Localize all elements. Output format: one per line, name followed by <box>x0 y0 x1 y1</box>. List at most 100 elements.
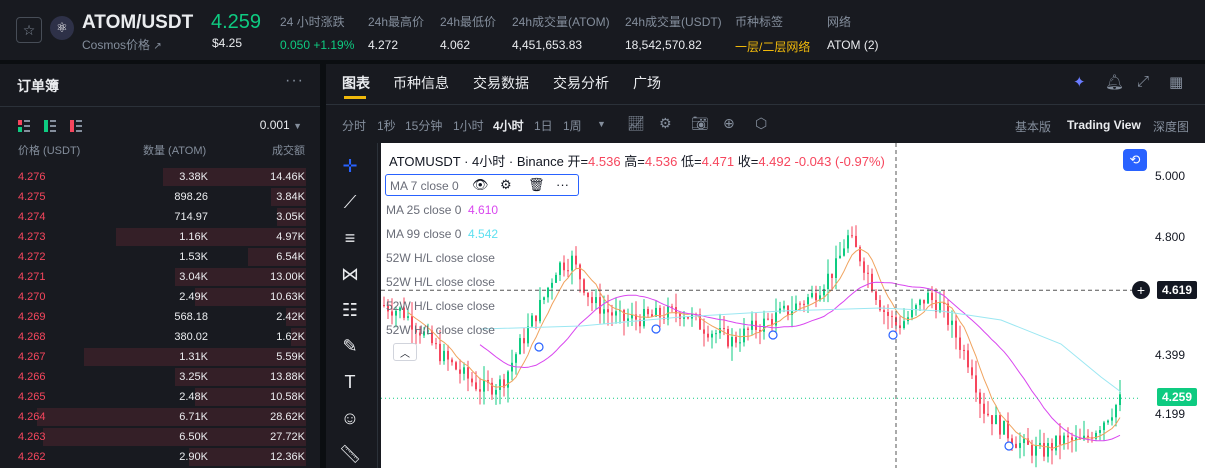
candle-body <box>547 287 549 298</box>
orderbook-row[interactable]: 4.264 6.71K 28.62K <box>0 407 320 427</box>
tab-coin-info[interactable]: 币种信息 <box>393 73 449 93</box>
tab-square[interactable]: 广场 <box>633 73 661 93</box>
orderbook-row[interactable]: 4.266 3.25K 13.88K <box>0 367 320 387</box>
indicator-ma25[interactable]: MA 25 close 0 4.610 <box>386 203 498 217</box>
view-tradingview[interactable]: Trading View <box>1067 118 1141 132</box>
ask-quantity: 3.25K <box>179 371 208 383</box>
candle-body <box>407 316 409 318</box>
candle-body <box>783 305 785 309</box>
settings-sliders-icon[interactable]: ⚙ <box>659 115 672 132</box>
ask-quantity: 6.71K <box>179 411 208 423</box>
orderbook-row[interactable]: 4.275 898.26 3.84K <box>0 187 320 207</box>
network-value[interactable]: ATOM (2) <box>827 38 879 52</box>
candle-body <box>559 262 561 275</box>
orderbook-row[interactable]: 4.270 2.49K 10.63K <box>0 287 320 307</box>
interval-1w[interactable]: 1周 <box>563 117 582 134</box>
eye-icon[interactable]: 👁︎ <box>472 177 489 193</box>
star-icon[interactable]: ☆ <box>16 17 42 43</box>
orderbook-mode-both-icon[interactable] <box>18 120 30 132</box>
settings-icon[interactable]: ⚙ <box>500 177 512 193</box>
interval-1d[interactable]: 1日 <box>534 117 553 134</box>
layout-grid-icon[interactable]: ▦ <box>1169 73 1183 91</box>
view-basic[interactable]: 基本版 <box>1015 118 1051 135</box>
orderbook-mode-bids-icon[interactable] <box>44 120 56 132</box>
ruler-icon[interactable]: 📏︎ <box>337 441 363 467</box>
stat-value: 4,451,653.83 <box>512 38 583 52</box>
camera-icon[interactable]: 📷︎ <box>691 115 709 132</box>
orderbook-row[interactable]: 4.268 380.02 1.62K <box>0 327 320 347</box>
orderbook-row[interactable]: 4.262 2.90K 12.36K <box>0 447 320 467</box>
orderbook-row[interactable]: 4.269 568.18 2.42K <box>0 307 320 327</box>
indicator-52w-2[interactable]: 52W H/L close close <box>386 275 495 289</box>
price-step-select[interactable]: 0.001 ▼ <box>260 118 302 132</box>
horizontal-lines-icon[interactable]: ≡ <box>337 225 363 251</box>
add-circle-icon[interactable]: ⊕ <box>723 115 735 132</box>
tab-trading-analysis[interactable]: 交易分析 <box>553 73 609 93</box>
chevron-down-icon[interactable]: ▼ <box>597 119 606 129</box>
add-alert-icon[interactable]: + <box>1132 281 1150 299</box>
candle-body <box>455 362 457 370</box>
candle-body <box>899 325 901 329</box>
candle-body <box>535 315 537 322</box>
interval-15m[interactable]: 15分钟 <box>405 117 442 134</box>
interval-4h[interactable]: 4小时 <box>493 117 524 134</box>
tab-trading-data[interactable]: 交易数据 <box>473 73 529 93</box>
chart-tabs: 图表 币种信息 交易数据 交易分析 广场 ✦ 🔔︎ ⤢ ▦ <box>326 64 1205 100</box>
orderbook-row[interactable]: 4.274 714.97 3.05K <box>0 207 320 227</box>
tab-chart[interactable]: 图表 <box>342 73 370 93</box>
orderbook-mode-asks-icon[interactable] <box>70 120 82 132</box>
orderbook-row[interactable]: 4.263 6.50K 27.72K <box>0 427 320 447</box>
more-dots-icon[interactable]: ··· <box>285 72 304 90</box>
orderbook-row[interactable]: 4.273 1.16K 4.97K <box>0 227 320 247</box>
indicator-52w-4[interactable]: 52W H/L close close <box>386 323 495 337</box>
indicator-chart-icon[interactable]: 📈︎ <box>627 115 645 132</box>
orderbook-row[interactable]: 4.267 1.31K 5.59K <box>0 347 320 367</box>
low-value: 4.471 <box>701 154 735 169</box>
indicator-ma7[interactable]: MA 7 close 0 👁︎ ⚙ 🗑︎ ··· <box>385 174 579 196</box>
orderbook-row[interactable]: 4.276 3.38K 14.46K <box>0 167 320 187</box>
crosshair-icon[interactable]: ✛ <box>337 153 363 179</box>
trendline-icon[interactable]: ⟋ <box>337 189 363 215</box>
bell-icon[interactable]: 🔔︎ <box>1105 73 1124 91</box>
ai-sparkle-icon[interactable]: ✦ <box>1073 73 1086 91</box>
indicator-ma99[interactable]: MA 99 close 0 4.542 <box>386 227 498 241</box>
coin-tag-link[interactable]: 一层/二层网络 <box>735 38 810 55</box>
more-dots-icon[interactable]: ··· <box>556 177 569 192</box>
view-depth[interactable]: 深度图 <box>1153 118 1189 135</box>
ask-price: 4.275 <box>18 191 46 203</box>
orderbook-row[interactable]: 4.271 3.04K 13.00K <box>0 267 320 287</box>
orderbook-divider <box>0 106 320 107</box>
interval-bar: 分时 1秒 15分钟 1小时 4小时 1日 1周 ▼ 📈︎ ⚙ 📷︎ ⊕ ⬡ 基… <box>326 112 1205 138</box>
indicator-52w-3[interactable]: 52W H/L close close <box>386 299 495 313</box>
candle-body <box>911 308 913 318</box>
chart-reset-icon[interactable]: ⟲ <box>1123 149 1147 171</box>
fullscreen-icon[interactable]: ⤢ <box>1137 73 1149 90</box>
interval-1h[interactable]: 1小时 <box>453 117 484 134</box>
orderbook-row[interactable]: 4.265 2.48K 10.58K <box>0 387 320 407</box>
indicator-value: 4.610 <box>468 203 499 217</box>
template-icon[interactable]: ⬡ <box>755 115 767 132</box>
fib-icon[interactable]: ☷ <box>337 297 363 323</box>
candle-body <box>835 258 837 278</box>
candle-body <box>815 293 817 301</box>
collapse-indicators-button[interactable]: ︿ <box>393 343 417 361</box>
candle-body <box>515 354 517 363</box>
trading-page: ☆ ⚛ ATOM/USDT Cosmos价格 ↗ 4.259 $4.25 24 … <box>0 0 1205 468</box>
pattern-icon[interactable]: ⋈ <box>337 261 363 287</box>
orderbook-view-modes <box>18 120 82 132</box>
brush-icon[interactable]: ✎ <box>337 333 363 359</box>
pair-subtitle-link[interactable]: Cosmos价格 ↗ <box>82 36 162 53</box>
pair-name[interactable]: ATOM/USDT <box>82 12 193 34</box>
price-chart[interactable]: ATOMUSDT · 4小时 · Binance 开=4.536 高=4.536… <box>381 143 1205 468</box>
trash-icon[interactable]: 🗑︎ <box>528 177 545 193</box>
candle-body <box>463 367 465 374</box>
candle-body <box>1107 420 1109 423</box>
interval-timeline[interactable]: 分时 <box>342 117 366 134</box>
emoji-icon[interactable]: ☺ <box>337 405 363 431</box>
orderbook-row[interactable]: 4.272 1.53K 6.54K <box>0 247 320 267</box>
candle-body <box>799 303 801 305</box>
candle-body <box>991 415 993 425</box>
text-icon[interactable]: T <box>337 369 363 395</box>
indicator-52w-1[interactable]: 52W H/L close close <box>386 251 495 265</box>
interval-1s[interactable]: 1秒 <box>377 117 396 134</box>
